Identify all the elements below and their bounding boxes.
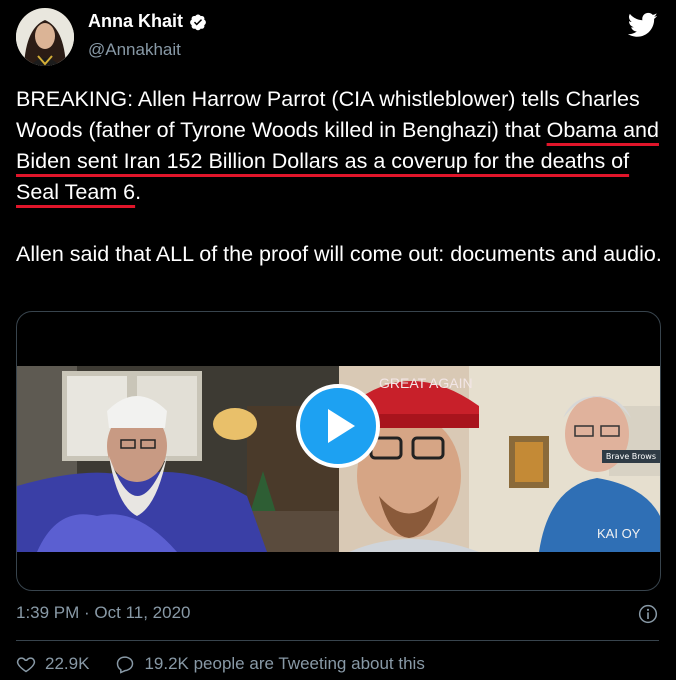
twitter-bird-icon[interactable] <box>628 10 658 40</box>
tweet-paragraph-1: BREAKING: Allen Harrow Parrot (CIA whist… <box>16 84 664 208</box>
video-card[interactable]: GREAT AGAIN KAI OY Brave Brows <box>16 311 661 591</box>
hat-text: GREAT AGAIN <box>379 375 473 391</box>
speech-bubble-icon <box>117 656 134 674</box>
author-display-name[interactable]: Anna Khait <box>88 11 183 32</box>
author-avatar[interactable] <box>16 8 74 66</box>
engagement-bar: 22.9K 19.2K people are Tweeting about th… <box>16 654 425 674</box>
divider <box>16 640 659 641</box>
heart-icon <box>16 657 36 673</box>
like-count: 22.9K <box>45 654 90 673</box>
verified-badge-icon <box>190 14 206 30</box>
like-button[interactable]: 22.9K <box>16 654 89 674</box>
tweet-text-period: . <box>135 180 142 204</box>
tweeting-about-link[interactable]: 19.2K people are Tweeting about this <box>115 654 425 674</box>
participant-name-tag: Brave Brows <box>601 450 660 463</box>
tweeting-count-text: 19.2K people are Tweeting about this <box>144 654 425 673</box>
tweet-paragraph-2: Allen said that ALL of the proof will co… <box>16 242 662 266</box>
shirt-text: KAI OY <box>597 526 641 541</box>
play-icon[interactable] <box>296 384 380 468</box>
video-panel-left <box>17 366 339 552</box>
author-handle[interactable]: @Annakhait <box>88 40 181 60</box>
tweet-timestamp[interactable]: 1:39 PM · Oct 11, 2020 <box>16 603 191 623</box>
info-icon[interactable] <box>638 604 658 624</box>
video-panel-right: GREAT AGAIN KAI OY Brave Brows <box>339 366 660 552</box>
tweet-text: BREAKING: Allen Harrow Parrot (CIA whist… <box>16 84 664 270</box>
